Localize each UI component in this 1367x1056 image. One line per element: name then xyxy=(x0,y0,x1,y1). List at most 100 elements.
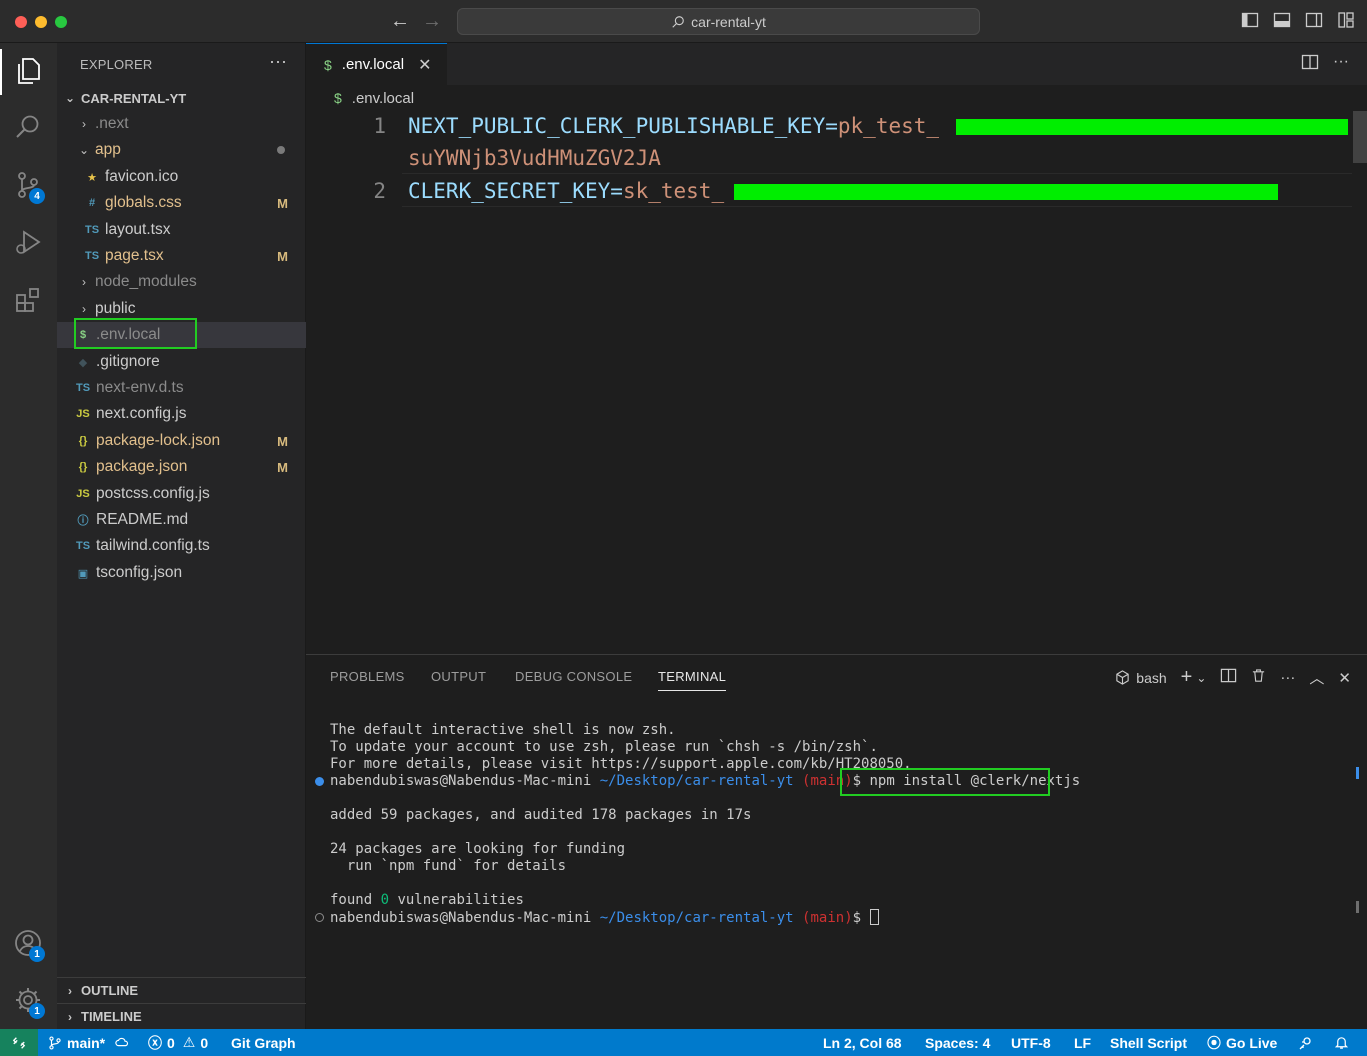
customize-layout-icon[interactable] xyxy=(1337,11,1355,29)
tab-label: .env.local xyxy=(341,56,405,73)
file-tree-label: favicon.ico xyxy=(105,168,179,185)
file-tree-item[interactable]: {} package.json M xyxy=(57,454,306,480)
file-tree-label: page.tsx xyxy=(105,247,164,264)
close-window-button[interactable] xyxy=(15,16,27,28)
project-name: CAR-RENTAL-YT xyxy=(81,90,187,106)
typescript-file-icon: TS xyxy=(75,382,91,394)
more-actions-icon[interactable]: ··· xyxy=(1280,669,1295,686)
command-success-decoration[interactable] xyxy=(315,777,324,786)
sync-icon[interactable] xyxy=(114,1029,130,1056)
shell-name: bash xyxy=(1136,669,1167,686)
extensions-icon[interactable] xyxy=(10,282,46,318)
tab-env-local[interactable]: $ .env.local ✕ xyxy=(306,43,447,85)
file-tree-item[interactable]: ◆ .gitignore xyxy=(57,349,306,375)
file-tree-item[interactable]: JS next.config.js xyxy=(57,401,306,427)
file-tree-item[interactable]: ▣ tsconfig.json xyxy=(57,560,306,586)
title-bar: ← → car-rental-yt xyxy=(0,0,1367,43)
env-value: pk_test_ xyxy=(837,114,940,138)
problems-status[interactable]: ⓧ 0 ⚠ 0 xyxy=(148,1029,208,1056)
command-center-search[interactable]: car-rental-yt xyxy=(457,8,980,35)
info-icon: ⓘ xyxy=(77,515,89,527)
indentation[interactable]: Spaces: 4 xyxy=(925,1029,990,1056)
file-tree-item[interactable]: TS next-env.d.ts xyxy=(57,375,306,401)
file-tree-item[interactable]: ⌄ app xyxy=(57,137,306,163)
command-pending-decoration[interactable] xyxy=(315,913,324,922)
chevron-down-icon[interactable]: ⌄ xyxy=(1196,671,1206,685)
file-tree-item[interactable]: JS postcss.config.js xyxy=(57,481,306,507)
terminal-shell-selector[interactable]: bash xyxy=(1115,669,1167,686)
toggle-panel-icon[interactable] xyxy=(1273,11,1291,29)
env-key: NEXT_PUBLIC_CLERK_PUBLISHABLE_KEY xyxy=(408,114,826,138)
shell-file-icon: $ xyxy=(324,56,332,73)
file-tree-item[interactable]: # globals.css M xyxy=(57,190,306,216)
split-terminal-icon[interactable] xyxy=(1220,667,1237,688)
json-file-icon: {} xyxy=(78,435,88,447)
trash-icon[interactable] xyxy=(1251,668,1266,687)
chevron-right-icon: › xyxy=(68,1009,72,1024)
go-live-button[interactable]: ⦿ Go Live xyxy=(1207,1029,1277,1056)
status-bar: main* ⓧ 0 ⚠ 0 Git Graph Ln 2, Col 68 Spa… xyxy=(0,1029,1367,1056)
branch-status[interactable]: main* xyxy=(48,1029,105,1056)
tab-debug-console[interactable]: DEBUG CONSOLE xyxy=(515,669,632,684)
file-tree-label: public xyxy=(95,300,136,317)
file-tree-item[interactable]: {} package-lock.json M xyxy=(57,428,306,454)
outline-label: OUTLINE xyxy=(81,983,139,998)
file-tree-item[interactable]: › node_modules xyxy=(57,269,306,295)
error-icon: ⓧ xyxy=(148,1034,162,1051)
encoding[interactable]: UTF-8 xyxy=(1011,1029,1051,1056)
remote-indicator-icon[interactable] xyxy=(0,1029,38,1056)
maximize-window-button[interactable] xyxy=(55,16,67,28)
shell-file-icon: $ xyxy=(334,90,342,106)
git-graph-button[interactable]: Git Graph xyxy=(231,1029,296,1056)
tab-terminal[interactable]: TERMINAL xyxy=(658,669,727,691)
code-editor[interactable]: 1 NEXT_PUBLIC_CLERK_PUBLISHABLE_KEY=pk_t… xyxy=(306,111,1367,654)
file-tree-item[interactable]: TS layout.tsx xyxy=(57,217,306,243)
tab-problems[interactable]: PROBLEMS xyxy=(330,669,405,684)
breadcrumb-file[interactable]: .env.local xyxy=(352,90,414,107)
toggle-primary-sidebar-icon[interactable] xyxy=(1241,11,1259,29)
more-actions-icon[interactable]: ··· xyxy=(1333,53,1349,76)
file-tree-label: package.json xyxy=(96,458,188,475)
javascript-file-icon: JS xyxy=(76,488,90,500)
cursor-position[interactable]: Ln 2, Col 68 xyxy=(823,1029,902,1056)
outline-section[interactable]: › OUTLINE xyxy=(57,977,306,1003)
git-file-icon: ◆ xyxy=(78,356,88,369)
timeline-section[interactable]: › TIMELINE xyxy=(57,1003,306,1029)
explorer-more-actions-icon[interactable]: ··· xyxy=(269,51,287,72)
editor-scrollbar[interactable] xyxy=(1353,111,1367,163)
tab-output[interactable]: OUTPUT xyxy=(431,669,486,684)
close-panel-icon[interactable]: ✕ xyxy=(1338,669,1351,687)
project-root-folder[interactable]: ⌄ CAR-RENTAL-YT xyxy=(57,85,306,111)
file-tree-item[interactable]: › .next xyxy=(57,111,306,137)
terminal-line: The default interactive shell is now zsh… xyxy=(330,722,676,738)
highlight-box-command xyxy=(840,768,1050,796)
minimize-window-button[interactable] xyxy=(35,16,47,28)
explorer-files-icon[interactable] xyxy=(10,53,46,89)
feedback-icon[interactable] xyxy=(1298,1029,1314,1056)
redaction-bar xyxy=(956,119,1348,135)
file-tree-item[interactable]: TS tailwind.config.ts xyxy=(57,533,306,559)
close-tab-icon[interactable]: ✕ xyxy=(418,55,431,75)
file-tree-label: tsconfig.json xyxy=(96,564,183,581)
warning-icon: ⚠ xyxy=(182,1034,196,1050)
new-terminal-icon[interactable]: + xyxy=(1181,666,1193,689)
forward-arrow-icon[interactable]: → xyxy=(422,9,442,33)
css-file-icon: # xyxy=(88,197,96,209)
language-mode[interactable]: Shell Script xyxy=(1110,1029,1187,1056)
split-editor-icon[interactable] xyxy=(1301,53,1319,76)
prompt-user: nabendubiswas@Nabendus-Mac-mini xyxy=(330,773,592,789)
file-tree-item[interactable]: ★ favicon.ico xyxy=(57,164,306,190)
file-tree-item[interactable]: ⓘ README.md xyxy=(57,507,306,533)
maximize-panel-icon[interactable]: ︿ xyxy=(1309,667,1324,688)
end-of-line[interactable]: LF xyxy=(1074,1029,1091,1056)
run-and-debug-icon[interactable] xyxy=(10,224,46,260)
notifications-bell-icon[interactable] xyxy=(1334,1029,1349,1056)
search-icon[interactable] xyxy=(10,109,46,145)
scroll-marker xyxy=(1356,767,1359,779)
back-arrow-icon[interactable]: ← xyxy=(390,9,410,33)
file-tree-item[interactable]: TS page.tsx M xyxy=(57,243,306,269)
star-icon: ★ xyxy=(87,171,97,184)
toggle-secondary-sidebar-icon[interactable] xyxy=(1305,11,1323,29)
terminal-cursor[interactable] xyxy=(869,909,879,925)
source-control-badge: 4 xyxy=(29,188,45,204)
